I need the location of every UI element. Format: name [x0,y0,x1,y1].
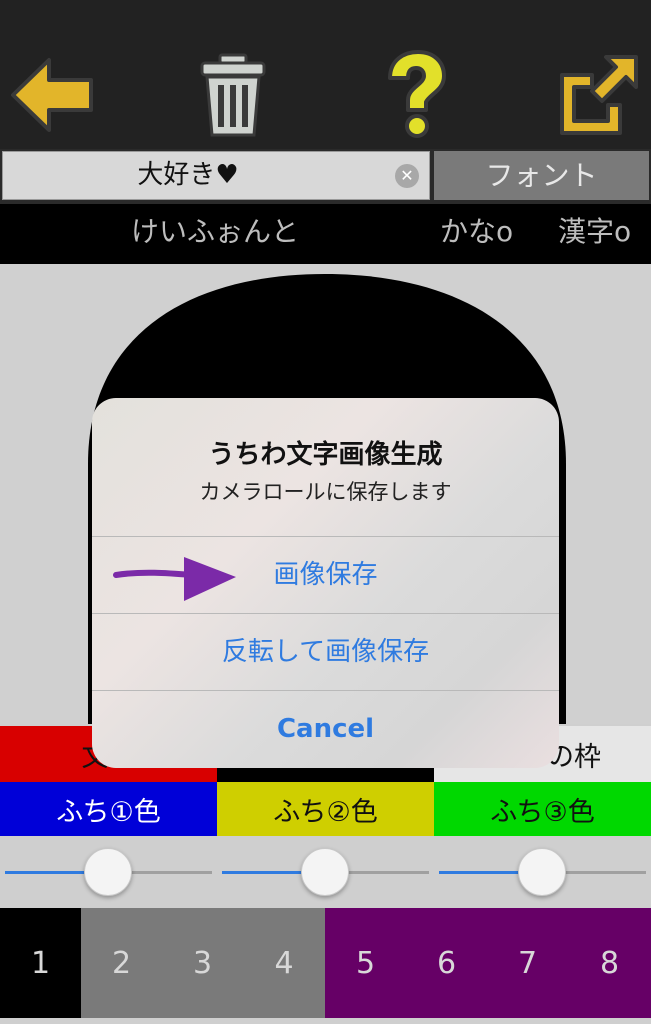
tab-1[interactable]: 1 [0,908,81,1018]
save-flipped-button[interactable]: 反転して画像保存 [92,614,559,690]
border-color-row: ふち①色 ふち②色 ふち③色 [0,782,651,836]
back-button[interactable] [2,45,102,145]
slider-thumb[interactable] [84,848,132,896]
dialog-title: うちわ文字画像生成 [208,440,443,470]
border2-color-button[interactable]: ふち②色 [217,782,434,836]
tab-3[interactable]: 3 [162,908,243,1018]
delete-button[interactable] [183,45,283,145]
tab-label: 4 [274,945,294,981]
tab-6[interactable]: 6 [406,908,487,1018]
bottom-strip [0,1018,651,1024]
pointer-arrow-icon [113,557,236,601]
arrow-left-icon [11,58,93,132]
tab-4[interactable]: 4 [243,908,325,1018]
tab-label: 1 [30,945,51,981]
slider-thumb[interactable] [518,848,566,896]
tab-2[interactable]: 2 [81,908,162,1018]
kana-toggle[interactable]: かなo [440,204,513,260]
tab-label: 5 [355,945,376,981]
font-name[interactable]: けいふぉんと [100,204,330,260]
tab-label: 8 [599,945,620,981]
trash-icon [200,53,266,137]
border3-label: ふち③色 [490,796,595,828]
tab-5[interactable]: 5 [325,908,406,1018]
font-button[interactable]: フォント [434,151,649,200]
question-icon [388,50,446,138]
help-button[interactable] [366,45,466,145]
border3-color-button[interactable]: ふち③色 [434,782,651,836]
tab-8[interactable]: 8 [568,908,651,1018]
number-tabs: 1 2 3 4 5 6 7 8 [0,908,651,1018]
slider-row [0,836,651,908]
tab-label: 7 [517,945,538,981]
share-icon [560,55,638,135]
font-row: けいふぉんと かなo 漢字o [0,204,651,264]
border1-color-button[interactable]: ふち①色 [0,782,217,836]
dialog-message: カメラロールに保存します [199,480,452,504]
text-input-value: 大好き♥ [137,160,239,190]
text-row: 大好き♥ ✕ フォント [0,149,651,204]
text-input[interactable]: 大好き♥ ✕ [2,151,430,200]
cancel-button[interactable]: Cancel [92,691,559,767]
clear-icon[interactable]: ✕ [395,164,419,188]
slider-thumb[interactable] [301,848,349,896]
kanji-toggle[interactable]: 漢字o [558,204,631,260]
tab-label: 3 [192,945,213,981]
border2-label: ふち②色 [273,796,378,828]
border1-label: ふち①色 [56,796,161,828]
toolbar [0,0,651,149]
tab-7[interactable]: 7 [487,908,568,1018]
tab-label: 6 [436,945,457,981]
share-button[interactable] [548,45,648,145]
tab-label: 2 [111,945,132,981]
